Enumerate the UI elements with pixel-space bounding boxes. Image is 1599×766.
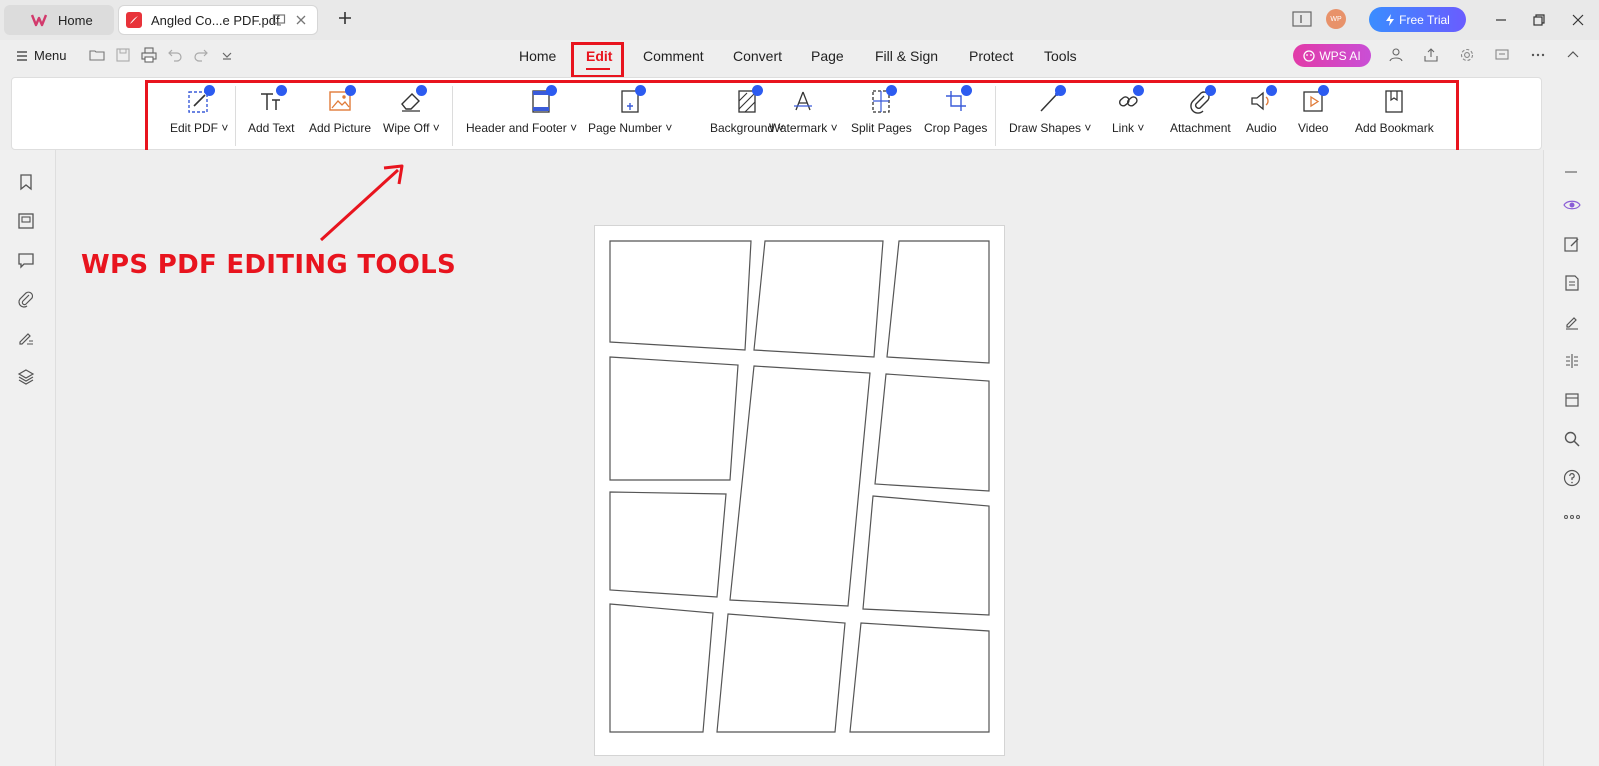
menu-label: Menu [34,48,67,63]
nav-fill-sign[interactable]: Fill & Sign [875,48,938,64]
title-bar: Home Angled Co...e PDF.pdf WP Free Trial [0,0,1599,40]
right-sidebar [1543,150,1599,766]
free-trial-button[interactable]: Free Trial [1369,7,1466,32]
hamburger-icon [17,50,27,61]
pen-sign-icon[interactable] [1563,313,1583,333]
minimize-icon[interactable] [1494,13,1508,32]
chat-icon[interactable] [1494,47,1512,65]
ai-eye-icon[interactable] [1563,196,1583,216]
scan-icon[interactable] [1563,391,1583,411]
tab-home-label: Home [58,12,93,28]
export-icon[interactable] [1423,47,1441,65]
edit-panel-icon[interactable] [1563,235,1583,255]
nav-home[interactable]: Home [519,48,556,64]
customize-chevron-icon[interactable] [219,47,237,65]
wps-ai-icon [1303,49,1315,62]
undo-icon[interactable] [167,47,185,65]
tab-document-label: Angled Co...e PDF.pdf [151,12,280,28]
screen-icon[interactable] [272,13,286,30]
open-folder-icon[interactable] [89,47,107,65]
help-icon[interactable] [1563,469,1583,489]
page-indicator-icon[interactable] [1292,11,1312,32]
collapse-panel-icon[interactable] [1563,164,1583,184]
comment-panel-icon[interactable] [17,251,37,271]
document-properties-icon[interactable] [1563,274,1583,294]
ribbon-highlight-box [145,80,1459,161]
menu-button[interactable]: Menu [16,48,67,63]
print-icon[interactable] [141,47,159,65]
more-options-icon[interactable] [1563,508,1583,528]
bookmark-panel-icon[interactable] [17,173,37,193]
attachment-panel-icon[interactable] [17,290,37,310]
comic-panel-layout [609,240,990,733]
edit-tab-underline [586,68,610,70]
wps-logo-icon [30,14,48,27]
free-trial-label: Free Trial [1399,12,1450,27]
search-icon[interactable] [1563,430,1583,450]
wps-ai-button[interactable]: WPS AI [1293,44,1371,67]
annotation-callout: WPS PDF EDITING TOOLS [81,250,457,280]
close-tab-icon[interactable] [294,13,308,30]
edit-tab-highlight [571,42,624,78]
nav-page[interactable]: Page [811,48,844,64]
wps-ai-label: WPS AI [1319,48,1361,63]
nav-tools[interactable]: Tools [1044,48,1077,64]
nav-comment[interactable]: Comment [643,48,704,64]
nav-convert[interactable]: Convert [733,48,782,64]
signature-panel-icon[interactable] [17,329,37,349]
tab-home[interactable]: Home [4,5,114,35]
pdf-file-icon [126,12,142,28]
nav-protect[interactable]: Protect [969,48,1013,64]
avatar[interactable]: WP [1326,9,1346,29]
redo-icon[interactable] [193,47,211,65]
layers-panel-icon[interactable] [17,368,37,388]
left-sidebar [0,150,56,766]
close-window-icon[interactable] [1571,13,1585,32]
tab-document[interactable]: Angled Co...e PDF.pdf [118,5,318,35]
thumbnail-panel-icon[interactable] [17,212,37,232]
lightning-icon [1386,13,1395,26]
compare-icon[interactable] [1563,352,1583,372]
save-icon[interactable] [115,47,133,65]
more-icon[interactable] [1530,47,1548,65]
collapse-ribbon-icon[interactable] [1565,47,1583,65]
new-tab-icon[interactable] [337,9,353,32]
annotation-arrow-icon [319,164,404,242]
pdf-page[interactable] [594,225,1005,756]
restore-icon[interactable] [1532,13,1546,32]
share-user-icon[interactable] [1388,47,1406,65]
settings-icon[interactable] [1459,47,1477,65]
